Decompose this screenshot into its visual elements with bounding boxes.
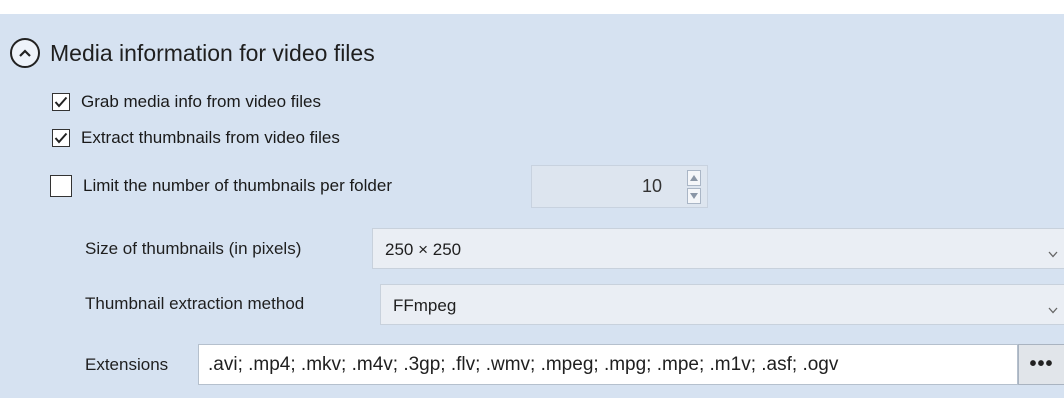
limit-thumbnails-option[interactable]: Limit the number of thumbnails per folde…	[50, 175, 392, 197]
extraction-method-select[interactable]: FFmpeg	[380, 284, 1064, 325]
thumbnail-limit-stepper[interactable]: 10	[531, 165, 708, 208]
grab-media-info-checkbox[interactable]	[52, 93, 70, 111]
extensions-value[interactable]: .avi; .mp4; .mkv; .m4v; .3gp; .flv; .wmv…	[208, 354, 838, 376]
browse-extensions-button[interactable]: •••	[1018, 344, 1064, 385]
extensions-input[interactable]: .avi; .mp4; .mkv; .m4v; .3gp; .flv; .wmv…	[198, 344, 1018, 385]
grab-media-info-option[interactable]: Grab media info from video files	[52, 92, 321, 112]
increment-arrow-icon[interactable]	[687, 170, 701, 186]
chevron-up-circle-icon[interactable]	[10, 38, 40, 68]
chevron-down-icon	[1048, 301, 1058, 319]
thumbnail-limit-value[interactable]: 10	[642, 176, 662, 197]
thumbnail-size-value: 250 × 250	[385, 240, 462, 259]
extract-thumbnails-option[interactable]: Extract thumbnails from video files	[52, 128, 340, 148]
decrement-arrow-icon[interactable]	[687, 188, 701, 204]
chevron-down-icon	[1048, 245, 1058, 263]
extract-thumbnails-checkbox[interactable]	[52, 129, 70, 147]
extraction-method-label: Thumbnail extraction method	[85, 294, 305, 313]
section-title: Media information for video files	[50, 39, 375, 66]
extensions-label: Extensions	[85, 355, 169, 374]
limit-thumbnails-label: Limit the number of thumbnails per folde…	[83, 176, 392, 195]
section-header: Media information for video files	[10, 33, 375, 73]
grab-media-info-label: Grab media info from video files	[81, 92, 321, 111]
thumbnail-size-label: Size of thumbnails (in pixels)	[85, 239, 302, 258]
thumbnail-size-select[interactable]: 250 × 250	[372, 228, 1064, 269]
extract-thumbnails-label: Extract thumbnails from video files	[81, 128, 340, 147]
extraction-method-value: FFmpeg	[393, 296, 457, 315]
limit-thumbnails-checkbox[interactable]	[50, 175, 72, 197]
